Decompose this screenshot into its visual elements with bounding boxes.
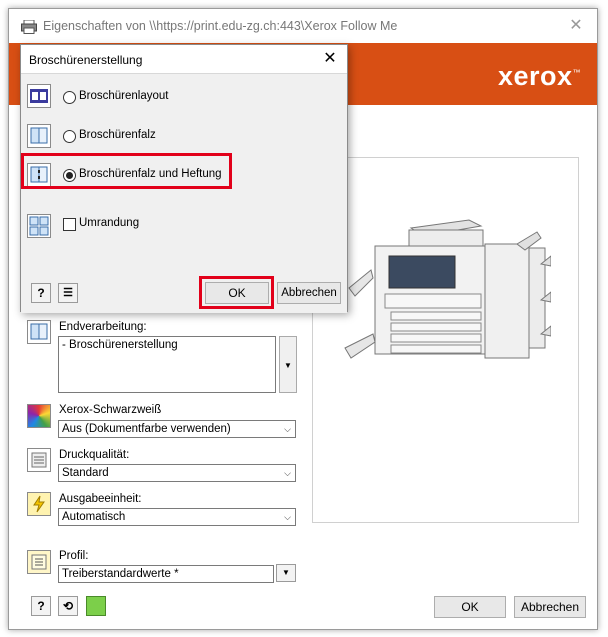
title-bar: Eigenschaften von \\https://print.edu-zg… bbox=[9, 9, 597, 43]
chevron-down-icon: ⌵ bbox=[284, 424, 291, 434]
chevron-down-icon: ⌵ bbox=[284, 468, 291, 478]
profile-icon bbox=[27, 550, 51, 574]
finishing-icon bbox=[27, 320, 51, 344]
quality-select[interactable]: Standard ⌵ bbox=[58, 464, 296, 482]
dialog-cancel-button[interactable]: Abbrechen bbox=[277, 282, 341, 304]
profile-select[interactable]: Treiberstandardwerte * bbox=[58, 565, 274, 583]
bw-label: Xerox-Schwarzweiß bbox=[59, 404, 162, 416]
finishing-menu-button[interactable]: ▼ bbox=[279, 336, 297, 393]
printer-image bbox=[344, 219, 551, 359]
reset-icon[interactable]: ⟲ bbox=[58, 596, 78, 616]
dialog-help-button[interactable]: ? bbox=[31, 283, 51, 303]
output-label: Ausgabeeinheit: bbox=[59, 493, 142, 505]
finishing-listbox[interactable]: - Broschürenerstellung bbox=[58, 336, 276, 393]
cancel-button[interactable]: Abbrechen bbox=[514, 596, 586, 618]
profile-label: Profil: bbox=[59, 550, 89, 562]
dialog-title: Broschürenerstellung bbox=[29, 53, 143, 67]
close-icon[interactable]: ✕ bbox=[565, 15, 587, 35]
border-label[interactable]: Umrandung bbox=[79, 217, 139, 229]
help-button[interactable]: ? bbox=[31, 596, 51, 616]
chevron-down-icon: ⌵ bbox=[284, 512, 291, 522]
border-checkbox[interactable] bbox=[63, 218, 76, 231]
printer-icon bbox=[21, 20, 37, 34]
status-icon[interactable] bbox=[86, 596, 106, 616]
border-grid-icon bbox=[27, 214, 51, 238]
radio-booklet-fold[interactable] bbox=[63, 130, 76, 143]
xerox-logo: xerox™ bbox=[497, 61, 581, 91]
output-select[interactable]: Automatisch ⌵ bbox=[58, 508, 296, 526]
profile-dropdown-button[interactable]: ▼ bbox=[276, 564, 296, 582]
booklet-fold-label[interactable]: Broschürenfalz bbox=[79, 129, 156, 141]
color-mode-icon bbox=[27, 404, 51, 428]
quality-label: Druckqualität: bbox=[59, 449, 130, 461]
highlight-fold-staple bbox=[21, 153, 232, 189]
printer-preview bbox=[312, 157, 579, 523]
print-quality-icon bbox=[27, 448, 51, 472]
output-device-icon bbox=[27, 492, 51, 516]
bw-select[interactable]: Aus (Dokumentfarbe verwenden) ⌵ bbox=[58, 420, 296, 438]
booklet-layout-icon bbox=[27, 84, 51, 108]
highlight-ok bbox=[199, 276, 274, 309]
dialog-body: Broschürenlayout Broschürenfalz Broschür… bbox=[21, 73, 347, 313]
booklet-dialog: Broschürenerstellung ✕ Broschürenlayout … bbox=[20, 44, 348, 313]
settings-summary-icon[interactable]: ☰ bbox=[58, 283, 78, 303]
booklet-fold-icon bbox=[27, 124, 51, 148]
radio-booklet-layout[interactable] bbox=[63, 91, 76, 104]
finishing-list-item[interactable]: - Broschürenerstellung bbox=[62, 339, 272, 351]
ok-button[interactable]: OK bbox=[434, 596, 506, 618]
booklet-layout-label[interactable]: Broschürenlayout bbox=[79, 90, 169, 102]
close-icon[interactable]: ✕ bbox=[319, 48, 341, 68]
window-title: Eigenschaften von \\https://print.edu-zg… bbox=[43, 19, 398, 33]
finishing-label: Endverarbeitung: bbox=[59, 321, 147, 333]
